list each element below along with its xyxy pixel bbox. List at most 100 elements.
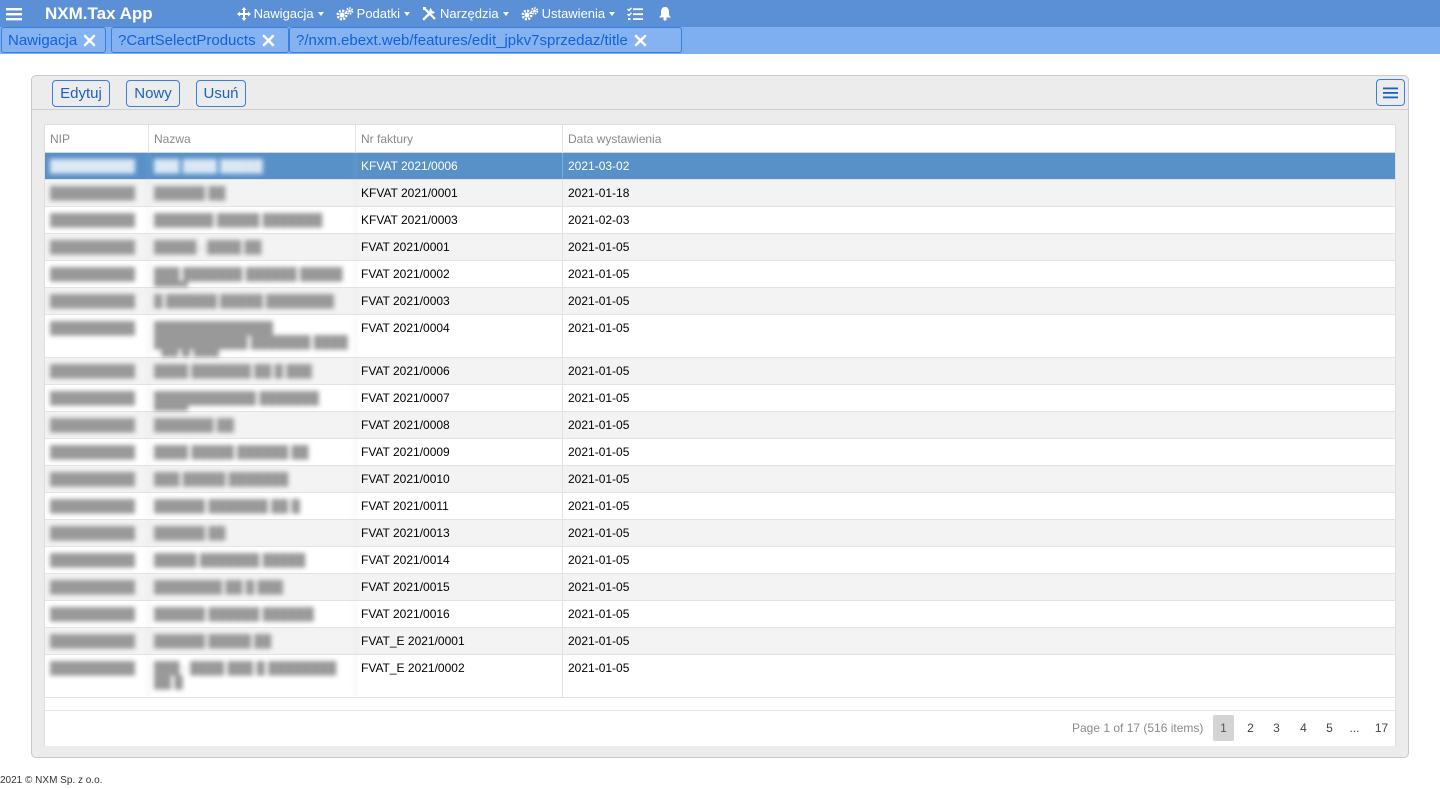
pager-info: Page 1 of 17 (516 items) <box>1072 721 1204 735</box>
tab-label: Nawigacja <box>8 31 78 49</box>
app-title[interactable]: NXM.Tax App <box>45 4 153 24</box>
page-1-button[interactable]: 1 <box>1213 715 1234 741</box>
cell-nr-faktury: FVAT 2021/0010 <box>356 466 563 492</box>
cell-nazwa: ██████ ██ <box>149 520 356 546</box>
edit-button[interactable]: Edytuj <box>52 80 110 107</box>
cell-nip: ██████████ <box>45 412 149 438</box>
page-5-button[interactable]: 5 <box>1319 715 1340 741</box>
cell-nr-faktury: KFVAT 2021/0001 <box>356 180 563 206</box>
cell-data-wystawienia: 2021-01-05 <box>568 634 630 648</box>
cell-nip: ██████████ <box>45 520 149 546</box>
page-4-button[interactable]: 4 <box>1293 715 1314 741</box>
table-row[interactable]: ██████████ ███████ ██ FVAT 2021/0008 2021-0… <box>45 412 1395 439</box>
cell-data-wystawienia: 2021-01-05 <box>568 294 630 308</box>
table-row[interactable]: ██████████ ████ █████ ██████ ██ FVAT 2021/… <box>45 439 1395 466</box>
tab-edit-jpkv7sprzedaz[interactable]: ?/nxm.ebext.web/features/edit_jpkv7sprze… <box>289 27 682 53</box>
invoice-list-panel: Edytuj Nowy Usuń NIP Nazwa Nr faktury Da… <box>31 75 1409 758</box>
grid-body: ██████████ ███ ████ █████ KFVAT 2021/0006 2… <box>45 153 1395 706</box>
toolbar: Edytuj Nowy Usuń <box>32 76 1408 110</box>
bell-icon[interactable] <box>658 6 675 21</box>
close-icon[interactable] <box>634 34 647 47</box>
table-row[interactable]: ██████████ ███████ █████ ███████ KFVAT 202… <box>45 207 1395 234</box>
cell-nazwa: ████ ███████ ██ █ ███ <box>149 358 356 384</box>
cell-nip: ██████████ <box>45 439 149 465</box>
hamburger-icon <box>1383 87 1398 98</box>
tab-nawigacja[interactable]: Nawigacja <box>1 27 106 53</box>
cell-nazwa: ██████ ██████ ██████ <box>149 601 356 627</box>
table-row[interactable]: ██████████ ███ ████ █████ KFVAT 2021/0006 2… <box>45 153 1395 180</box>
table-row[interactable]: ██████████ ██████ ██████ ██████ FVAT 2021/… <box>45 601 1395 628</box>
cell-nr-faktury: FVAT_E 2021/0001 <box>356 628 563 654</box>
menu-ustawienia[interactable]: Ustawienia <box>521 6 616 21</box>
cell-data-wystawienia: 2021-01-05 <box>568 499 630 513</box>
page-3-button[interactable]: 3 <box>1266 715 1287 741</box>
table-row[interactable]: ██████████████████████ ███████ ████FVAT … <box>45 385 1395 412</box>
table-row[interactable]: ██████████ ██████ ██ FVAT 2021/0013 2021-01… <box>45 520 1395 547</box>
cell-nip: ██████████ <box>45 315 149 357</box>
column-header-nazwa[interactable]: Nazwa <box>149 125 356 153</box>
footer-copyright: 2021 © NXM Sp. z o.o. <box>0 775 103 786</box>
main-menu: Nawigacja Podatki Narzędzia Ustawienia <box>236 0 687 27</box>
page-ellipsis[interactable]: ... <box>1344 715 1365 741</box>
cell-nr-faktury: FVAT 2021/0009 <box>356 439 563 465</box>
cell-nip: ██████████ <box>45 358 149 384</box>
cell-nazwa: ███ █████ ███████ <box>149 466 356 492</box>
delete-button[interactable]: Usuń <box>196 80 246 107</box>
cell-data-wystawienia: 2021-01-05 <box>568 321 630 335</box>
caret-down-icon <box>404 11 411 16</box>
cell-nr-faktury: FVAT 2021/0004 <box>356 315 563 357</box>
cell-nazwa: ███ ████ █████ <box>149 153 356 179</box>
pager: Page 1 of 17 (516 items) 1 2 3 4 5 ... 1… <box>45 710 1395 746</box>
table-row[interactable]: ██████████ █████ ███████ █████ FVAT 2021/0… <box>45 547 1395 574</box>
column-menu-button[interactable] <box>1376 79 1405 106</box>
table-row[interactable]: █████████████ ███████ ██████ █████ ████F… <box>45 261 1395 288</box>
cell-nip: ██████████ <box>45 180 149 206</box>
table-row[interactable]: ██████████ █████ - ████ ██ FVAT 2021/0001 2… <box>45 234 1395 261</box>
cell-nr-faktury: FVAT 2021/0015 <box>356 574 563 600</box>
column-header-nip[interactable]: NIP <box>45 125 149 153</box>
cell-nr-faktury: FVAT 2021/0002 <box>356 261 563 287</box>
cell-nr-faktury: FVAT 2021/0014 <box>356 547 563 573</box>
column-header-data-wystawienia[interactable]: Data wystawienia <box>563 125 1395 153</box>
cell-data-wystawienia: 2021-01-05 <box>568 445 630 459</box>
cell-data-wystawienia: 2021-01-05 <box>568 472 630 486</box>
table-row[interactable]: ██████████ ████ ███████ ██ █ ███ FVAT 2021… <box>45 358 1395 385</box>
menu-nawigacja-label: Nawigacja <box>253 6 314 21</box>
cell-nip: ██████████ <box>45 288 149 314</box>
cell-nr-faktury: FVAT 2021/0008 <box>356 412 563 438</box>
cell-nazwa: ████████████ ███████ ████ <box>149 385 356 411</box>
cell-nip: ██████████ <box>45 655 149 697</box>
menu-nawigacja[interactable]: Nawigacja <box>236 6 324 21</box>
table-row[interactable]: ██████████ ██████ ███████ ██ █ FVAT 2021/0… <box>45 493 1395 520</box>
cell-data-wystawienia: 2021-01-05 <box>568 418 630 432</box>
close-icon[interactable] <box>262 34 275 47</box>
page-2-button[interactable]: 2 <box>1240 715 1261 741</box>
table-row[interactable]: ██████████ ███ - ████ ███ █ ████████ ██ █… <box>45 655 1395 698</box>
tasks-list-icon[interactable] <box>627 6 646 21</box>
table-row[interactable]: ██████████ ██████ ██ KFVAT 2021/0001 2021-0… <box>45 180 1395 207</box>
menu-narzedzia[interactable]: Narzędzia <box>422 6 509 21</box>
hamburger-menu-icon[interactable] <box>0 0 28 27</box>
column-header-nr-faktury[interactable]: Nr faktury <box>356 125 563 153</box>
cell-nip: ██████████ <box>45 574 149 600</box>
cell-nazwa: ██████ ██ <box>149 180 356 206</box>
cell-nazwa: ███ - ████ ███ █ ████████ ██ █ <box>149 655 356 697</box>
move-arrows-icon <box>236 6 251 21</box>
table-row[interactable]: ██████████ ██████████████ ███████████ ███… <box>45 315 1395 358</box>
cell-nr-faktury: FVAT_E 2021/0002 <box>356 655 563 697</box>
table-row[interactable]: ██████████ ████████ ██ █ ███ FVAT 2021/001… <box>45 574 1395 601</box>
cell-nip: ██████████ <box>45 385 149 411</box>
cell-data-wystawienia: 2021-02-03 <box>568 213 630 227</box>
page-17-button[interactable]: 17 <box>1371 715 1392 741</box>
open-tabs-bar: Nawigacja ?CartSelectProducts ?/nxm.ebex… <box>0 27 1440 54</box>
cell-nazwa: ██████ █████ ██ <box>149 628 356 654</box>
new-button[interactable]: Nowy <box>126 80 180 107</box>
table-row[interactable]: ██████████ ██████ █████ ██ FVAT_E 2021/000… <box>45 628 1395 655</box>
table-row[interactable]: ██████████ █ ██████ █████ ████████ FVAT 20… <box>45 288 1395 315</box>
cell-data-wystawienia: 2021-01-05 <box>568 240 630 254</box>
close-icon[interactable] <box>83 34 96 47</box>
table-row[interactable]: ██████████ ███ █████ ███████ FVAT 2021/001… <box>45 466 1395 493</box>
menu-podatki[interactable]: Podatki <box>336 6 411 21</box>
cell-nr-faktury: FVAT 2021/0003 <box>356 288 563 314</box>
tab-cart-select-products[interactable]: ?CartSelectProducts <box>111 27 289 53</box>
